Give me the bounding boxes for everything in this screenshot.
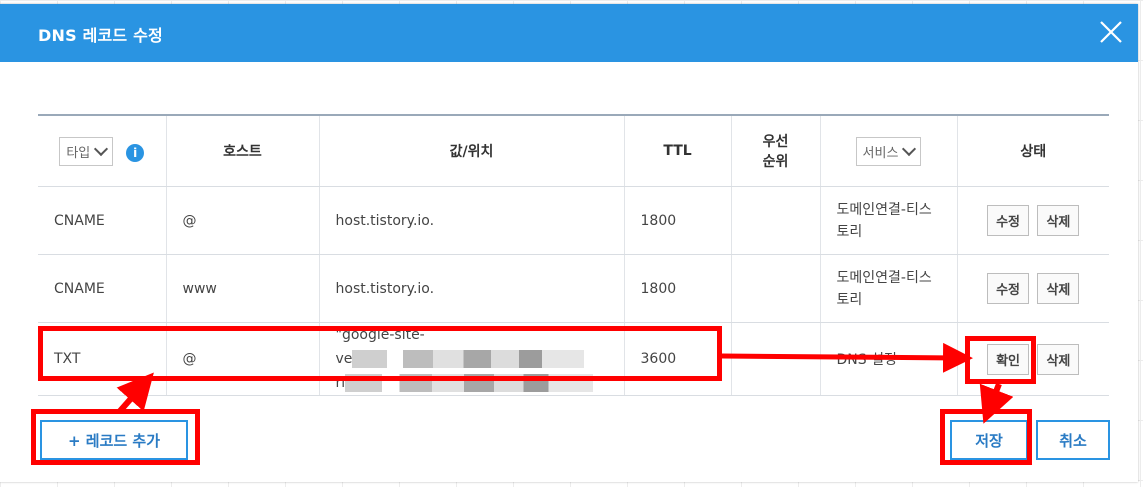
header-host: 호스트 <box>166 116 320 187</box>
header-priority: 우선 순위 <box>731 116 821 187</box>
service-select[interactable]: 서비스 <box>855 136 922 166</box>
header-status: 상태 <box>957 116 1109 187</box>
header-priority-line1: 우선 <box>762 134 789 150</box>
header-ttl: TTL <box>624 116 732 187</box>
dialog-title: DNS 레코드 수정 <box>38 26 163 45</box>
table-row: CNAME @ host.tistory.io. 1800 도메인연결-티스토리… <box>38 186 1109 255</box>
annotation-add-record-box <box>31 409 200 465</box>
cell-host: www <box>166 254 320 323</box>
chevron-down-icon <box>902 141 917 157</box>
cell-value: host.tistory.io. <box>319 186 625 255</box>
dialog-header: DNS 레코드 수정 <box>0 4 1138 62</box>
header-value: 값/위치 <box>319 116 625 187</box>
edit-button[interactable]: 수정 <box>987 205 1030 236</box>
cell-ttl: 1800 <box>624 254 732 323</box>
chevron-down-icon <box>94 141 109 157</box>
cell-value: host.tistory.io. <box>319 254 625 323</box>
cell-ttl: 1800 <box>624 186 732 255</box>
cell-service: 도메인연결-티스토리 <box>820 186 958 255</box>
cancel-button[interactable]: 취소 <box>1036 420 1110 460</box>
delete-button[interactable]: 삭제 <box>1037 273 1080 304</box>
cell-service: DNS 설정 <box>820 322 958 396</box>
cell-actions: 수정 삭제 <box>957 254 1109 323</box>
cell-priority <box>731 254 821 323</box>
type-select-label: 타입 <box>66 145 91 161</box>
table-header-row: 타입 i 호스트 값/위치 TTL 우선 순위 서비스 상태 <box>38 116 1109 187</box>
cell-type: CNAME <box>38 186 167 255</box>
cell-service: 도메인연결-티스토리 <box>820 254 958 323</box>
info-icon[interactable]: i <box>126 143 145 162</box>
cell-priority <box>731 186 821 255</box>
cell-type: CNAME <box>38 254 167 323</box>
type-select[interactable]: 타입 <box>59 136 114 166</box>
header-type: 타입 i <box>38 116 167 187</box>
header-service: 서비스 <box>820 116 958 187</box>
cell-host: @ <box>166 186 320 255</box>
cell-priority <box>731 322 821 396</box>
delete-button[interactable]: 삭제 <box>1037 205 1080 236</box>
cell-actions: 수정 삭제 <box>957 186 1109 255</box>
annotation-save-box <box>940 409 1032 465</box>
table-row: CNAME www host.tistory.io. 1800 도메인연결-티스… <box>38 254 1109 323</box>
annotation-confirm-box <box>965 336 1036 384</box>
close-icon[interactable] <box>1098 19 1124 45</box>
annotation-txt-row-box <box>38 326 722 381</box>
header-priority-line2: 순위 <box>762 154 789 170</box>
delete-button[interactable]: 삭제 <box>1037 343 1080 375</box>
service-select-label: 서비스 <box>862 145 899 161</box>
edit-button[interactable]: 수정 <box>987 273 1030 304</box>
